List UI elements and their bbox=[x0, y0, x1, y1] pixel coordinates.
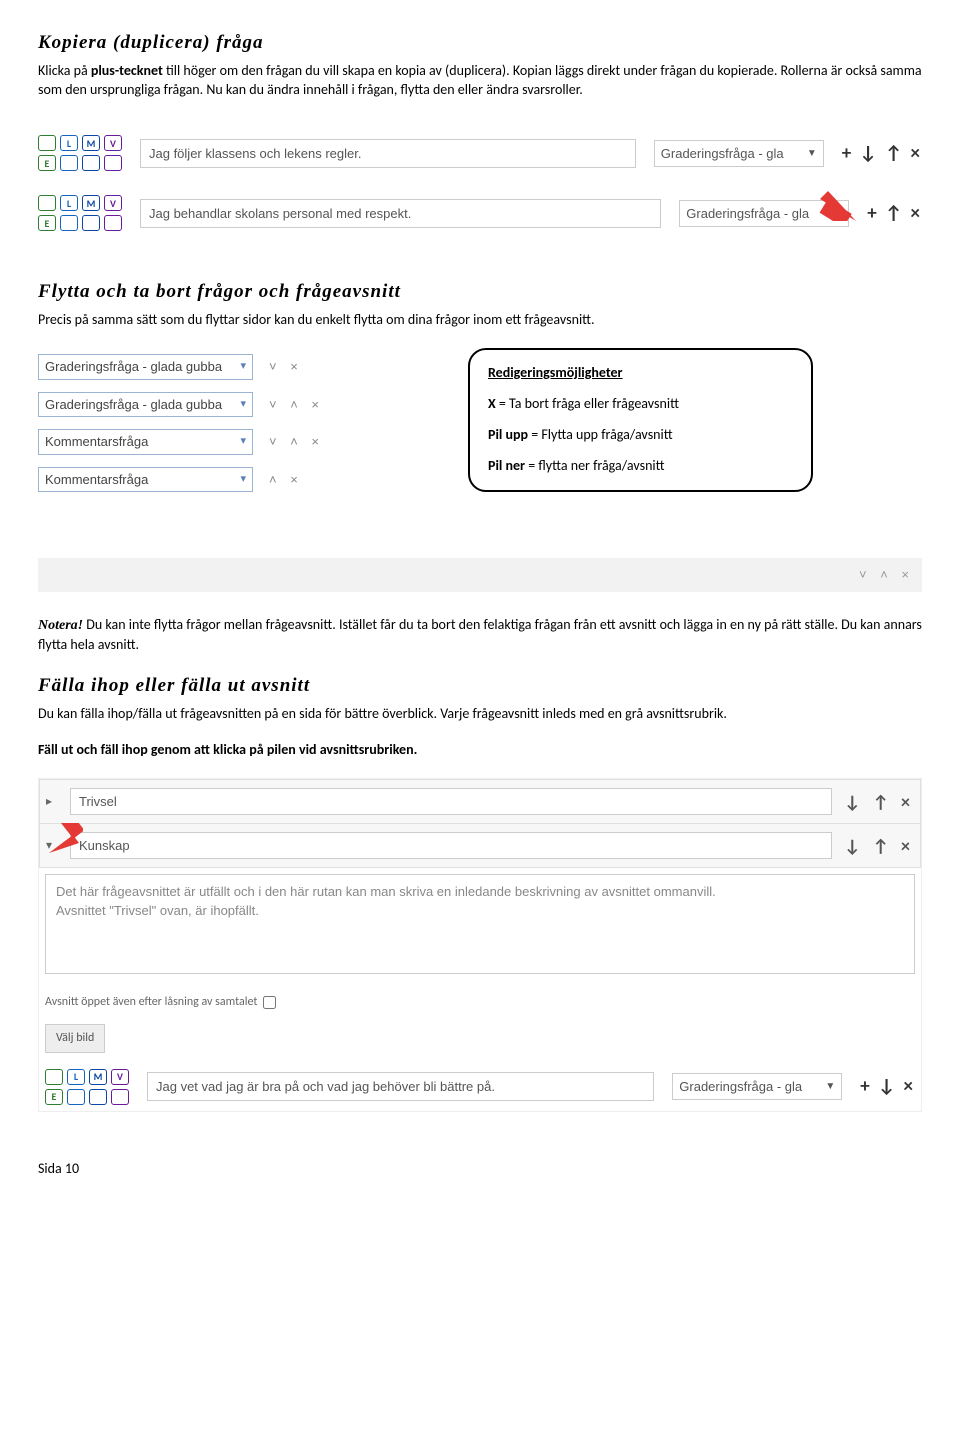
tag-l-icon[interactable]: L bbox=[60, 195, 78, 211]
tag-v-icon[interactable]: V bbox=[111, 1069, 129, 1085]
role-tags: E L M V E L M V bbox=[38, 195, 122, 231]
text: Klicka på bbox=[38, 62, 91, 79]
caret-down-icon: ▾ bbox=[240, 472, 246, 487]
question-row-bottom: E L M V E L M V Jag vet vad jag är bra p… bbox=[39, 1063, 921, 1111]
section-controls[interactable]: ↓ ↑ × bbox=[844, 834, 914, 858]
tag-v-icon[interactable]: V bbox=[104, 215, 122, 231]
heading-move: Flytta och ta bort frågor och frågeavsni… bbox=[38, 279, 922, 305]
paragraph-fold: Du kan fälla ihop/fälla ut frågeavsnitte… bbox=[38, 705, 922, 724]
section-title-input[interactable] bbox=[70, 832, 832, 859]
row-controls[interactable]: ˅ ˄ × bbox=[859, 566, 914, 584]
tag-m-icon[interactable]: M bbox=[89, 1069, 107, 1085]
text-bold: plus-tecknet bbox=[91, 62, 163, 79]
select-label: Graderingsfråga - gla bbox=[661, 145, 784, 163]
section-header-row: ▾ ↓ ↑ × bbox=[39, 824, 921, 868]
callout-heading: Redigeringsmöjligheter bbox=[488, 364, 793, 383]
type-select[interactable]: Kommentarsfråga▾ bbox=[38, 467, 253, 493]
question-text-input[interactable]: Jag vet vad jag är bra på och vad jag be… bbox=[147, 1072, 654, 1102]
text: till höger om den frågan du vill skapa e… bbox=[38, 62, 922, 98]
tag-v-icon[interactable]: V bbox=[104, 195, 122, 211]
paragraph-fold-bold: Fäll ut och fäll ihop genom att klicka p… bbox=[38, 741, 922, 760]
row-actions[interactable]: + ↑ × bbox=[867, 201, 922, 227]
tag-e-icon[interactable]: E bbox=[38, 215, 56, 231]
tag-m-icon[interactable]: M bbox=[82, 135, 100, 151]
collapse-toggle-icon[interactable]: ▸ bbox=[46, 794, 58, 810]
section-description-input[interactable]: Det här frågeavsnittet är utfällt och i … bbox=[45, 874, 915, 974]
question-row-2: E L M V E L M V Jag behandlar skolans pe… bbox=[38, 189, 922, 237]
tag-l-icon[interactable]: L bbox=[60, 215, 78, 231]
tag-v-icon[interactable]: V bbox=[111, 1089, 129, 1105]
tag-e-icon[interactable]: E bbox=[45, 1089, 63, 1105]
caret-down-icon: ▾ bbox=[240, 434, 246, 449]
tag-m-icon[interactable]: M bbox=[82, 215, 100, 231]
tag-l-icon[interactable]: L bbox=[60, 155, 78, 171]
paragraph-copy: Klicka på plus-tecknet till höger om den… bbox=[38, 62, 922, 100]
tag-m-icon[interactable]: M bbox=[82, 155, 100, 171]
page-footer: Sida 10 bbox=[38, 1160, 922, 1179]
type-select[interactable]: Graderingsfråga - glada gubba▾ bbox=[38, 354, 253, 380]
role-tags: E L M V E L M V bbox=[38, 135, 122, 171]
tag-l-icon[interactable]: L bbox=[67, 1089, 85, 1105]
caret-down-icon: ▼ bbox=[825, 1080, 835, 1094]
tag-e-icon[interactable]: E bbox=[38, 155, 56, 171]
callout-line: X = Ta bort fråga eller frågeavsnitt bbox=[488, 395, 793, 414]
lock-label: Avsnitt öppet även efter låsning av samt… bbox=[45, 994, 257, 1010]
heading-fold: Fälla ihop eller fälla ut avsnitt bbox=[38, 673, 922, 699]
section-header-row: ▸ ↓ ↑ × bbox=[39, 779, 921, 824]
lock-checkbox[interactable] bbox=[263, 996, 276, 1009]
select-label: Graderingsfråga - gla bbox=[679, 1078, 802, 1096]
gray-strip: ˅ ˄ × bbox=[38, 558, 922, 592]
section-title-input[interactable] bbox=[70, 788, 832, 815]
row-controls[interactable]: ˅ ˄ × bbox=[269, 396, 324, 414]
caret-down-icon: ▾ bbox=[240, 359, 246, 374]
row-controls[interactable]: ˄ × bbox=[269, 471, 303, 489]
tag-e-icon[interactable]: E bbox=[38, 195, 56, 211]
row-actions[interactable]: + ↓ ↑ × bbox=[842, 141, 922, 167]
red-arrow-icon bbox=[49, 823, 83, 859]
paragraph-move: Precis på samma sätt som du flyttar sido… bbox=[38, 311, 922, 330]
paragraph-notera: Notera! Du kan inte flytta frågor mellan… bbox=[38, 616, 922, 655]
question-type-select[interactable]: Graderingsfråga - gla ▼ bbox=[672, 1073, 842, 1101]
heading-copy: Kopiera (duplicera) fråga bbox=[38, 30, 922, 56]
question-row-1: E L M V E L M V Jag följer klassens och … bbox=[38, 129, 922, 177]
caret-down-icon: ▾ bbox=[240, 397, 246, 412]
tag-v-icon[interactable]: V bbox=[104, 135, 122, 151]
section-controls[interactable]: ↓ ↑ × bbox=[844, 790, 914, 814]
tag-l-icon[interactable]: L bbox=[60, 135, 78, 151]
tag-m-icon[interactable]: M bbox=[82, 195, 100, 211]
type-select[interactable]: Kommentarsfråga▾ bbox=[38, 429, 253, 455]
row-controls[interactable]: ˅ × bbox=[269, 358, 303, 376]
question-text-input[interactable]: Jag behandlar skolans personal med respe… bbox=[140, 199, 661, 229]
caret-down-icon: ▼ bbox=[807, 147, 817, 161]
lock-row: Avsnitt öppet även efter låsning av samt… bbox=[39, 986, 921, 1018]
row-controls[interactable]: ˅ ˄ × bbox=[269, 433, 324, 451]
tag-v-icon[interactable]: V bbox=[104, 155, 122, 171]
tag-e-icon[interactable]: E bbox=[38, 135, 56, 151]
text: Du kan inte flytta frågor mellan frågeav… bbox=[38, 616, 922, 653]
select-label: Graderingsfråga - gla bbox=[686, 205, 809, 223]
row-actions[interactable]: + ↓ × bbox=[860, 1074, 915, 1100]
callout-box: Redigeringsmöjligheter X = Ta bort fråga… bbox=[468, 348, 813, 492]
notera-label: Notera! bbox=[38, 618, 83, 633]
role-tags: E L M V E L M V bbox=[45, 1069, 129, 1105]
choose-image-button[interactable]: Välj bild bbox=[45, 1024, 105, 1052]
question-text-input[interactable]: Jag följer klassens och lekens regler. bbox=[140, 139, 636, 169]
tag-e-icon[interactable]: E bbox=[45, 1069, 63, 1085]
red-arrow-icon bbox=[810, 181, 856, 227]
question-type-select[interactable]: Graderingsfråga - gla ▼ bbox=[654, 140, 824, 168]
tag-l-icon[interactable]: L bbox=[67, 1069, 85, 1085]
type-select[interactable]: Graderingsfråga - glada gubba▾ bbox=[38, 392, 253, 418]
callout-line: Pil ner = flytta ner fråga/avsnitt bbox=[488, 457, 793, 476]
callout-line: Pil upp = Flytta upp fråga/avsnitt bbox=[488, 426, 793, 445]
tag-m-icon[interactable]: M bbox=[89, 1089, 107, 1105]
